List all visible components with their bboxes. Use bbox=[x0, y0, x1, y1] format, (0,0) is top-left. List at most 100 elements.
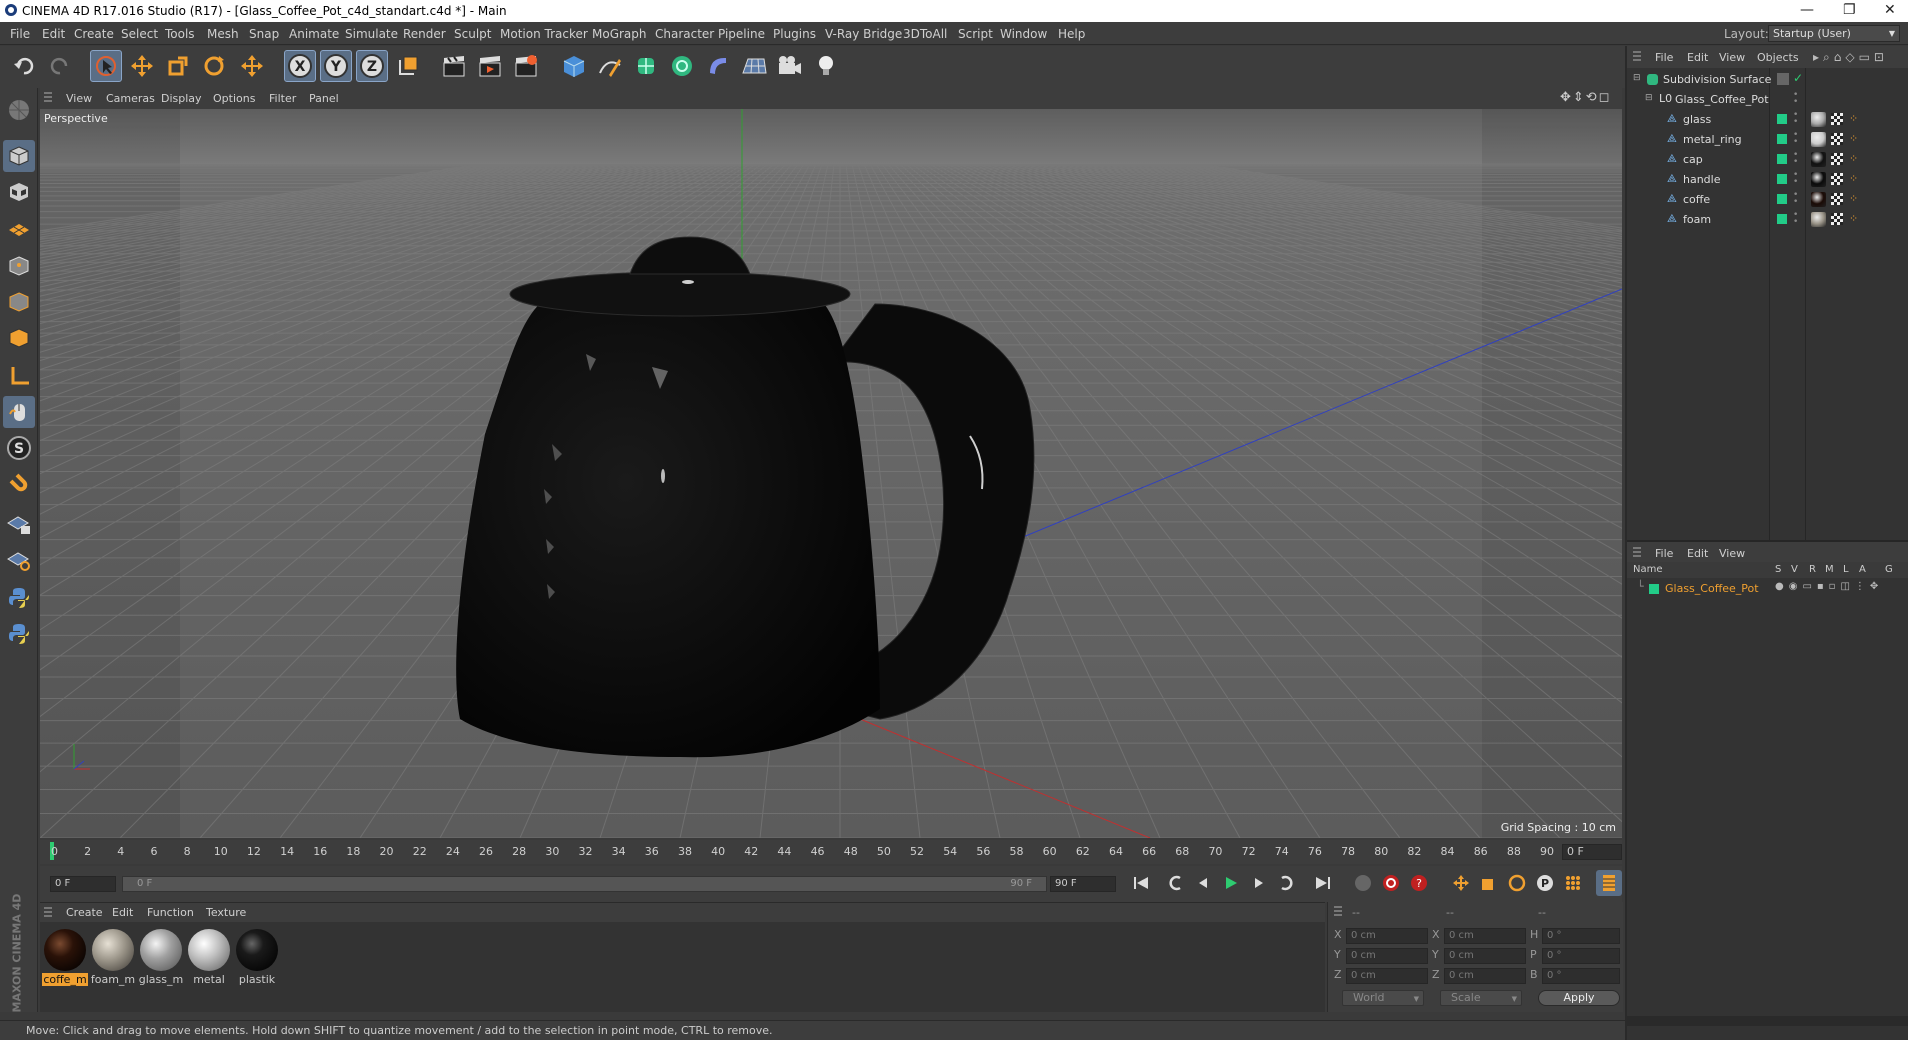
axis-mode-button[interactable] bbox=[3, 360, 35, 392]
menu-animate[interactable]: Animate bbox=[289, 27, 339, 41]
material-menu-texture[interactable]: Texture bbox=[206, 906, 246, 919]
checker-tag-icon[interactable] bbox=[1831, 173, 1843, 185]
cube-button[interactable] bbox=[558, 50, 590, 82]
menu-pipeline[interactable]: Pipeline bbox=[718, 27, 765, 41]
menu-3dtoall[interactable]: 3DToAll bbox=[903, 27, 947, 41]
render-picture-viewer-button[interactable] bbox=[474, 50, 506, 82]
points-mode-button[interactable] bbox=[3, 250, 35, 282]
menu-character[interactable]: Character bbox=[655, 27, 714, 41]
record-button[interactable] bbox=[1350, 870, 1376, 896]
start-frame-field[interactable]: 0 F bbox=[50, 876, 116, 892]
last-tool-button[interactable] bbox=[236, 50, 268, 82]
go-to-end-button[interactable] bbox=[1310, 870, 1336, 896]
deformer-button[interactable] bbox=[702, 50, 734, 82]
material-tag-icon[interactable] bbox=[1811, 112, 1826, 127]
key-scale-button[interactable] bbox=[1476, 870, 1502, 896]
object-row-subdivision-surface[interactable]: ⊟ Subdivision Surface ✓ bbox=[1627, 70, 1908, 90]
viewport-perspective[interactable]: Perspective Grid Spacing : 10 cm bbox=[40, 109, 1622, 838]
layout-dropdown[interactable]: Startup (User) ▼ bbox=[1768, 25, 1900, 42]
size-x-field[interactable]: 0 cm bbox=[1444, 928, 1526, 944]
material-item[interactable]: metal bbox=[186, 927, 232, 987]
live-selection-button[interactable] bbox=[90, 50, 122, 82]
object-row-coffe[interactable]: ⟁ coffe • • ⁘ bbox=[1627, 190, 1908, 210]
checker-tag-icon[interactable] bbox=[1831, 213, 1843, 225]
move-tool-button[interactable] bbox=[126, 50, 158, 82]
previous-frame-button[interactable] bbox=[1190, 870, 1216, 896]
material-item[interactable]: foam_m bbox=[90, 927, 136, 987]
viewport-menu-panel[interactable]: Panel bbox=[309, 92, 339, 105]
python-script-2-button[interactable] bbox=[3, 618, 35, 650]
menu-render[interactable]: Render bbox=[403, 27, 446, 41]
menu-plugins[interactable]: Plugins bbox=[773, 27, 816, 41]
layer-color-icon[interactable] bbox=[1777, 194, 1787, 204]
checker-tag-icon[interactable] bbox=[1831, 193, 1843, 205]
layer-name[interactable]: Glass_Coffee_Pot bbox=[1665, 582, 1759, 595]
lm-menu-edit[interactable]: Edit bbox=[1687, 547, 1708, 560]
layer-color-icon[interactable] bbox=[1777, 174, 1787, 184]
lm-menu-file[interactable]: File bbox=[1655, 547, 1673, 560]
subdivision-surface-button[interactable] bbox=[630, 50, 662, 82]
coordinate-system-button[interactable] bbox=[392, 50, 424, 82]
menu-file[interactable]: File bbox=[10, 27, 30, 41]
go-to-next-key-button[interactable] bbox=[1274, 870, 1300, 896]
camera-button[interactable] bbox=[774, 50, 806, 82]
visibility-dots-icon[interactable]: • • bbox=[1793, 211, 1798, 227]
phong-tag-icon[interactable]: ⁘ bbox=[1849, 212, 1858, 225]
rot-h-field[interactable]: 0 ° bbox=[1542, 928, 1620, 944]
collapse-icon[interactable]: ⊟ bbox=[1633, 73, 1641, 83]
viewport-menu-filter[interactable]: Filter bbox=[269, 92, 296, 105]
viewport-menu-options[interactable]: Options bbox=[213, 92, 255, 105]
material-tag-icon[interactable] bbox=[1811, 172, 1826, 187]
light-button[interactable] bbox=[810, 50, 842, 82]
menu-mograph[interactable]: MoGraph bbox=[592, 27, 647, 41]
pos-x-field[interactable]: 0 cm bbox=[1346, 928, 1428, 944]
material-tag-icon[interactable] bbox=[1811, 192, 1826, 207]
phong-tag-icon[interactable]: ⁘ bbox=[1849, 132, 1858, 145]
x-axis-lock-button[interactable]: X bbox=[284, 50, 316, 82]
apply-button[interactable]: Apply bbox=[1538, 990, 1620, 1006]
visibility-dots-icon[interactable]: • • bbox=[1793, 131, 1798, 147]
pos-z-field[interactable]: 0 cm bbox=[1346, 968, 1428, 984]
phong-tag-icon[interactable]: ⁘ bbox=[1849, 112, 1858, 125]
size-y-field[interactable]: 0 cm bbox=[1444, 948, 1526, 964]
object-row-metal_ring[interactable]: ⟁ metal_ring • • ⁘ bbox=[1627, 130, 1908, 150]
key-position-button[interactable] bbox=[1448, 870, 1474, 896]
pos-y-field[interactable]: 0 cm bbox=[1346, 948, 1428, 964]
go-to-start-button[interactable] bbox=[1128, 870, 1154, 896]
lm-menu-view[interactable]: View bbox=[1719, 547, 1745, 560]
om-menu-view[interactable]: View bbox=[1719, 51, 1745, 64]
material-menu-create[interactable]: Create bbox=[66, 906, 103, 919]
redo-button[interactable] bbox=[44, 50, 76, 82]
menu-tools[interactable]: Tools bbox=[165, 27, 195, 41]
edit-toggle-icon[interactable] bbox=[1777, 73, 1789, 85]
layer-color-icon[interactable] bbox=[1777, 134, 1787, 144]
viewport-nav-icons[interactable]: ✥⇕⟲◻ bbox=[1560, 90, 1611, 105]
material-item[interactable]: coffe_m bbox=[42, 927, 88, 987]
viewport-menu-view[interactable]: View bbox=[66, 92, 92, 105]
polygons-mode-button[interactable] bbox=[3, 322, 35, 354]
menu-select[interactable]: Select bbox=[121, 27, 158, 41]
rotate-tool-button[interactable] bbox=[198, 50, 230, 82]
minimize-icon[interactable]: — bbox=[1800, 2, 1814, 18]
checker-tag-icon[interactable] bbox=[1831, 133, 1843, 145]
coordinate-mode-dropdown[interactable]: World ▼ bbox=[1342, 990, 1424, 1006]
phong-tag-icon[interactable]: ⁘ bbox=[1849, 192, 1858, 205]
magnet-button[interactable] bbox=[3, 470, 35, 502]
menu-snap[interactable]: Snap bbox=[249, 27, 279, 41]
end-frame-field[interactable]: 90 F bbox=[1050, 876, 1116, 892]
tweak-mode-button[interactable] bbox=[3, 396, 35, 428]
key-pla-button[interactable] bbox=[1560, 870, 1586, 896]
menu-edit[interactable]: Edit bbox=[42, 27, 65, 41]
restore-icon[interactable]: ❐ bbox=[1843, 2, 1856, 18]
workplane-mode-button[interactable] bbox=[3, 212, 35, 244]
floor-button[interactable] bbox=[738, 50, 770, 82]
render-view-button[interactable] bbox=[438, 50, 470, 82]
material-menu-edit[interactable]: Edit bbox=[112, 906, 133, 919]
range-slider[interactable]: 0 F 90 F bbox=[122, 876, 1047, 892]
close-icon[interactable]: ✕ bbox=[1884, 2, 1896, 18]
size-z-field[interactable]: 0 cm bbox=[1444, 968, 1526, 984]
transform-type-dropdown[interactable]: Scale ▼ bbox=[1440, 990, 1522, 1006]
menu-vray-bridge[interactable]: V-Ray Bridge bbox=[825, 27, 902, 41]
rot-p-field[interactable]: 0 ° bbox=[1542, 948, 1620, 964]
key-parameter-button[interactable]: P bbox=[1532, 870, 1558, 896]
